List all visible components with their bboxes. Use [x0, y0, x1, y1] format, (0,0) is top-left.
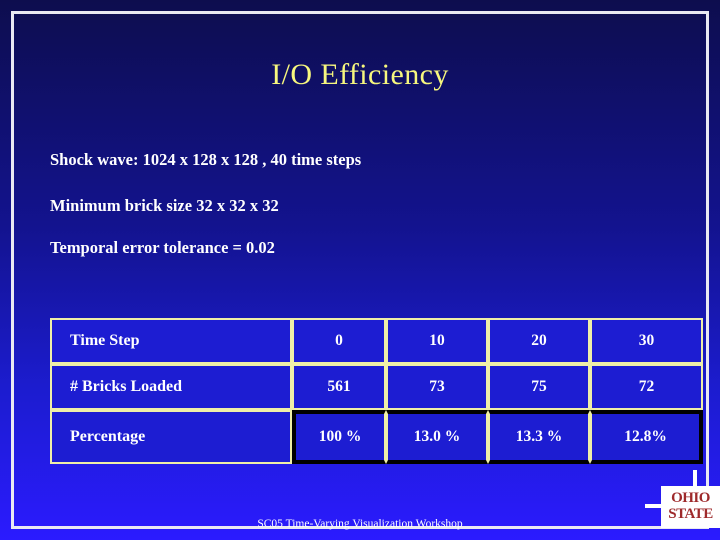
bullet-line-1: Shock wave: 1024 x 128 x 128 , 40 time s… — [50, 150, 362, 169]
table-row: Time Step 0 10 20 30 — [50, 318, 703, 364]
cell-time-step-1: 10 — [386, 318, 488, 364]
bullet-line-3: Temporal error tolerance = 0.02 — [50, 238, 275, 257]
cell-bricks-loaded-2: 75 — [488, 363, 590, 410]
logo-line-state: STATE — [668, 506, 713, 522]
cell-time-step-2: 20 — [488, 318, 590, 364]
page-title: I/O Efficiency — [271, 58, 449, 91]
cell-time-step-3: 30 — [590, 318, 703, 364]
row-label-bricks-loaded: # Bricks Loaded — [50, 363, 292, 410]
cell-percentage-1: 13.0 % — [386, 409, 488, 464]
table-row: # Bricks Loaded 561 73 75 72 — [50, 363, 703, 410]
cell-percentage-2: 13.3 % — [488, 409, 590, 464]
cell-bricks-loaded-1: 73 — [386, 363, 488, 410]
slide-footer: SC05 Time-Varying Visualization Workshop — [257, 518, 463, 530]
logo-line-ohio: OHIO — [671, 490, 710, 506]
bullet-line-2: Minimum brick size 32 x 32 x 32 — [50, 196, 279, 215]
row-label-time-step: Time Step — [50, 318, 292, 364]
table-row-highlighted: Percentage 100 % 13.0 % 13.3 % 12.8% — [50, 409, 703, 464]
io-efficiency-table: Time Step 0 10 20 30 # Bricks Loaded 561… — [50, 318, 703, 464]
cell-bricks-loaded-3: 72 — [590, 363, 703, 410]
cell-bricks-loaded-0: 561 — [292, 363, 386, 410]
row-label-percentage: Percentage — [50, 409, 292, 464]
slide: I/O Efficiency Shock wave: 1024 x 128 x … — [0, 0, 720, 540]
io-efficiency-table-container: Time Step 0 10 20 30 # Bricks Loaded 561… — [50, 318, 703, 464]
cell-percentage-3: 12.8% — [590, 409, 703, 464]
cell-time-step-0: 0 — [292, 318, 386, 364]
cell-percentage-0: 100 % — [292, 409, 386, 464]
ohio-state-logo: OHIO STATE — [661, 486, 720, 528]
